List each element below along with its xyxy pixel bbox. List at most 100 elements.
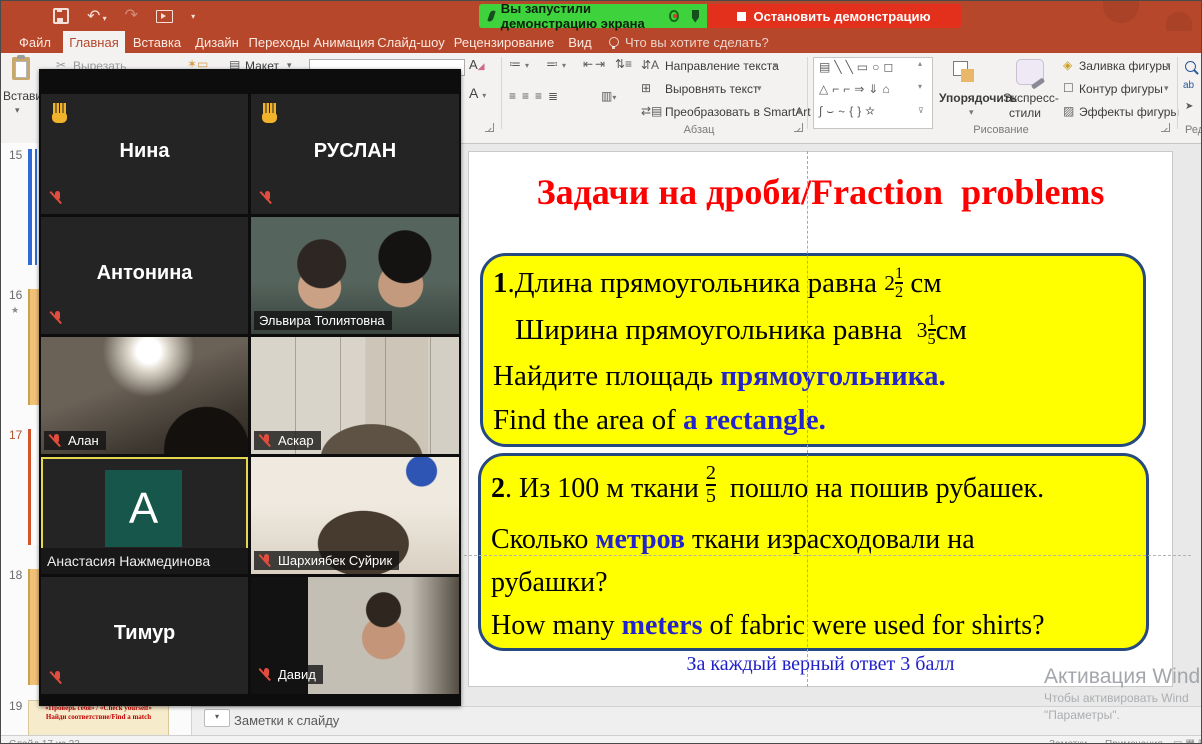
shape-outline-button[interactable]: Контур фигуры: [1079, 82, 1163, 96]
stop-square-icon: [737, 12, 746, 21]
tab-design[interactable]: Дизайн: [189, 31, 245, 53]
notes-toggle-button[interactable]: Заметки: [1049, 739, 1087, 744]
text-direction-icon: ⇵А: [641, 58, 659, 72]
thumbnail-number-18[interactable]: 18: [9, 568, 22, 582]
quick-styles-icon: [1016, 59, 1044, 85]
stop-share-button[interactable]: Остановить демонстрацию: [707, 4, 961, 28]
indent-icons[interactable]: ⇤⇥: [583, 57, 607, 71]
save-icon[interactable]: [53, 8, 69, 24]
activation-watermark-line3: "Параметры".: [1044, 708, 1120, 722]
replace-icon[interactable]: ab: [1183, 80, 1194, 91]
comments-toggle-button[interactable]: Примечания: [1105, 739, 1163, 744]
mic-muted-icon: [50, 310, 64, 325]
thumbnail-number-19[interactable]: 19: [9, 699, 22, 713]
smartart-label[interactable]: Преобразовать в SmartArt: [665, 105, 811, 119]
zoom-participants-panel[interactable]: Нина РУСЛАН Антонина Эльвира Толиятовна …: [39, 69, 461, 706]
thumbnail-number-15[interactable]: 15: [9, 148, 22, 162]
shape-row-icons[interactable]: △⌐⌐⇒⇓⌂: [819, 82, 894, 96]
tab-slideshow[interactable]: Слайд-шоу: [377, 31, 445, 53]
tab-insert[interactable]: Вставка: [127, 31, 187, 53]
tab-view[interactable]: Вид: [561, 31, 599, 53]
clear-formatting-icon[interactable]: А◢: [469, 57, 485, 72]
chevron-down-icon: ▾: [1164, 83, 1169, 94]
mic-muted-icon: [49, 433, 63, 448]
problem-box-2[interactable]: 2. Из 100 м ткани 25 пошло на пошив руба…: [478, 453, 1149, 651]
participant-tile[interactable]: Антонина: [41, 217, 248, 334]
shape-row-icons[interactable]: ∫⌣∼{}☆: [819, 104, 879, 119]
tab-animations[interactable]: Анимация: [313, 31, 375, 53]
paste-icon[interactable]: [12, 57, 30, 80]
quick-styles-button-line1[interactable]: Экспресс-: [1003, 91, 1059, 105]
participant-tile-active[interactable]: А Анастасия Нажмединова: [41, 457, 248, 574]
shape-row-icons[interactable]: ▤╲╲▭○◻: [819, 60, 897, 74]
slide-19-thumbnail[interactable]: «Проверь себя» / «Check yourself» Найди …: [28, 700, 169, 740]
bullets-icon[interactable]: ≔▾: [509, 57, 529, 71]
participant-name-chip: Аскар: [254, 431, 321, 450]
tell-me-search[interactable]: Что вы хотите сделать?: [609, 31, 769, 53]
thumbnail-number-17[interactable]: 17: [9, 428, 22, 442]
columns-icon[interactable]: ▥▾: [601, 89, 616, 103]
numbering-icon[interactable]: ≕▾: [546, 57, 566, 71]
tab-home[interactable]: Главная: [63, 31, 125, 53]
participant-name-chip: Шархиябек Суйрик: [254, 551, 399, 570]
align-text-icon: ⊞: [641, 81, 651, 95]
problem1-line3: Найдите площадь прямоугольника.: [493, 354, 1133, 398]
undo-button[interactable]: ↶ ▾: [87, 8, 107, 25]
font-dialog-launcher-icon[interactable]: [485, 123, 494, 132]
shapes-gallery[interactable]: ▤╲╲▭○◻ △⌐⌐⇒⇓⌂ ∫⌣∼{}☆ ▴ ▾ ⊽: [813, 57, 933, 129]
gallery-scroll-down-icon[interactable]: ▾: [918, 82, 922, 91]
slide-19-thumb-subtitle: Найди соответствие/Find a match: [29, 713, 168, 722]
select-cursor-icon[interactable]: ➤: [1185, 101, 1193, 112]
tab-transitions[interactable]: Переходы: [247, 31, 311, 53]
tab-file[interactable]: Файл: [9, 31, 61, 53]
participant-tile[interactable]: Тимур: [41, 577, 248, 694]
chevron-down-icon: ▾: [757, 83, 762, 94]
mic-muted-icon: [50, 670, 64, 685]
tab-review[interactable]: Рецензирование: [449, 31, 559, 53]
participant-tile[interactable]: Нина: [41, 94, 248, 214]
broadcast-icon: [487, 10, 495, 23]
line-spacing-icon[interactable]: ⇅≡: [615, 57, 632, 71]
screen-share-banner[interactable]: Вы запустили демонстрацию экрана: [479, 4, 707, 28]
gallery-more-icon[interactable]: ⊽: [918, 106, 924, 115]
paste-dropdown-icon[interactable]: ▾: [15, 105, 20, 116]
group-divider: [807, 57, 808, 129]
align-left-center-right-justify-icons[interactable]: ≡≡≡≣: [509, 89, 564, 103]
participant-tile[interactable]: РУСЛАН: [251, 94, 459, 214]
drawing-dialog-launcher-icon[interactable]: [1161, 123, 1170, 132]
activation-watermark-line2: Чтобы активировать Wind: [1044, 691, 1189, 705]
editing-group-label: Ред: [1185, 124, 1202, 136]
participant-name-chip: Алан: [44, 431, 106, 450]
find-icon[interactable]: [1185, 61, 1196, 72]
participant-video-tile[interactable]: Алан: [41, 337, 248, 454]
quick-styles-button-line2[interactable]: стили: [1009, 106, 1041, 120]
qat-customize-icon[interactable]: ▾: [191, 12, 195, 21]
redo-icon[interactable]: ↷: [125, 8, 138, 24]
powerpoint-window: ↶ ▾ ↷ ▾ Вы запустили демонстрацию экрана…: [0, 0, 1202, 744]
shape-fill-button[interactable]: Заливка фигуры: [1079, 59, 1171, 73]
raised-hand-icon: [52, 103, 68, 123]
paragraph-dialog-launcher-icon[interactable]: [794, 123, 803, 132]
participant-video-tile[interactable]: Эльвира Толиятовна: [251, 217, 459, 334]
start-slideshow-icon[interactable]: [156, 10, 173, 23]
stop-share-label: Остановить демонстрацию: [753, 9, 930, 24]
participant-video-tile[interactable]: Аскар: [251, 337, 459, 454]
view-buttons-icons[interactable]: ▭▦▥: [1173, 738, 1202, 744]
text-direction-label[interactable]: Направление текста: [665, 59, 779, 73]
gallery-scroll-up-icon[interactable]: ▴: [918, 59, 922, 68]
align-text-label[interactable]: Выровнять текст: [665, 82, 758, 96]
chevron-down-icon: ▾: [797, 106, 802, 117]
group-divider: [501, 57, 502, 129]
paste-button-label[interactable]: Вставить: [3, 89, 39, 103]
thumbnail-number-16[interactable]: 16: [9, 288, 22, 302]
shape-effects-icon: ▨: [1063, 104, 1074, 118]
participant-video-tile[interactable]: Шархиябек Суйрик: [251, 457, 459, 574]
drawing-group-label: Рисование: [951, 124, 1051, 136]
participant-video-tile[interactable]: Давид: [251, 577, 459, 694]
problem-box-1[interactable]: 1.Длина прямоугольника равна 212 см Шири…: [480, 253, 1146, 447]
notes-collapse-button[interactable]: ▾: [204, 709, 230, 727]
font-color-icon[interactable]: А ▾: [469, 85, 486, 101]
shape-effects-button[interactable]: Эффекты фигуры: [1079, 105, 1179, 119]
avatar: А: [105, 470, 182, 547]
slide-title[interactable]: Задачи на дроби/Fraction problems: [468, 171, 1173, 213]
